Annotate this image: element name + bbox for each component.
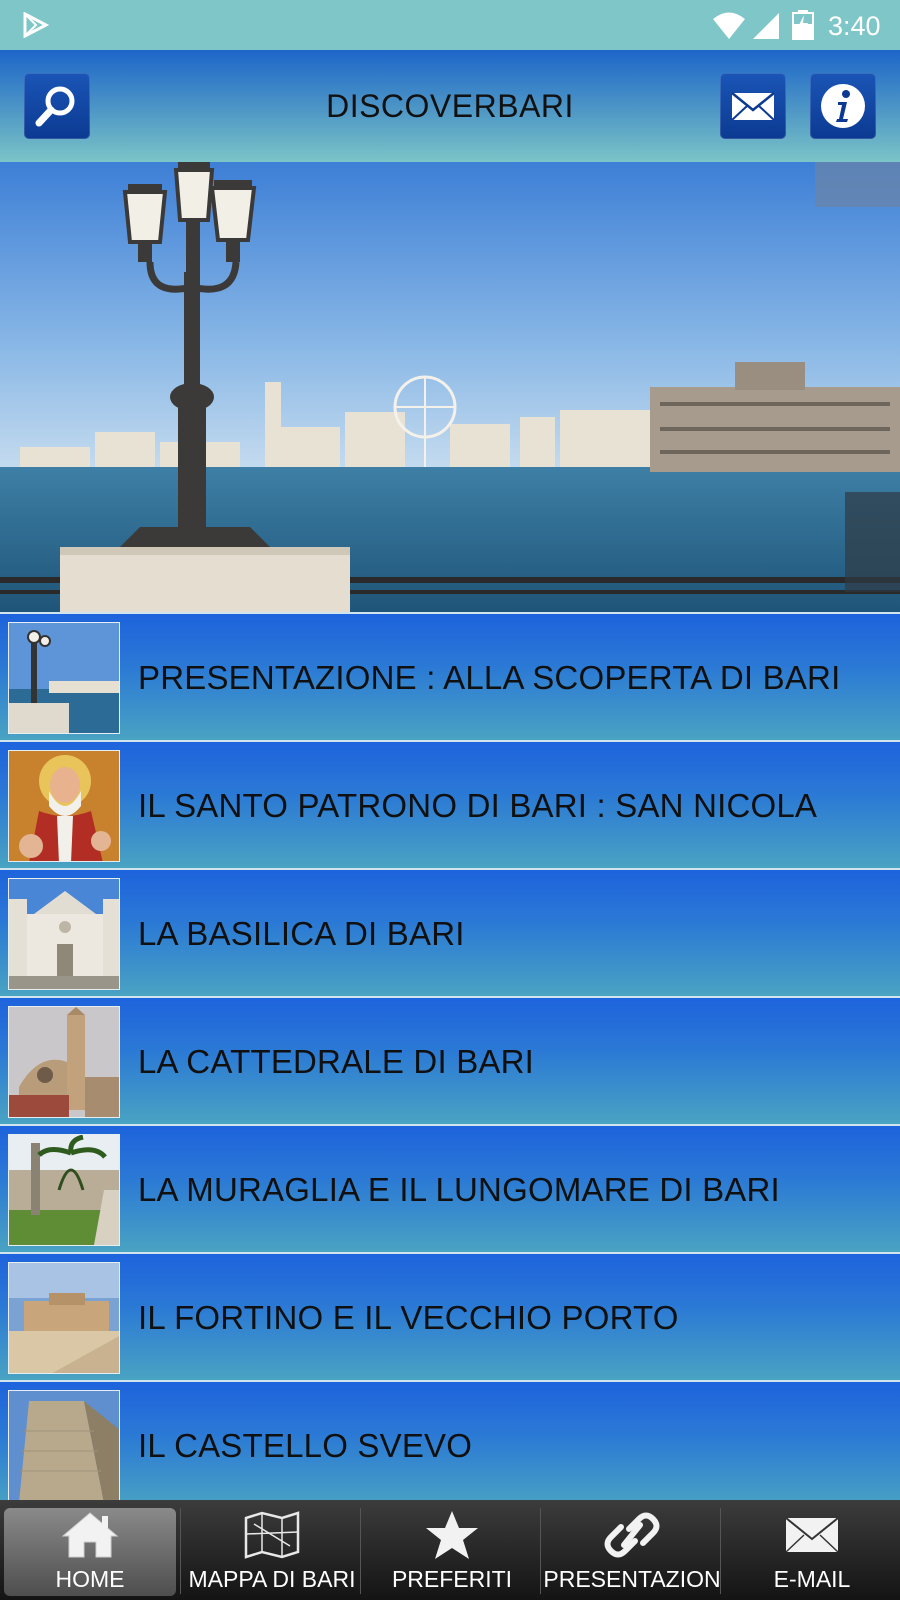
list-item[interactable]: PRESENTAZIONE : ALLA SCOPERTA DI BARI bbox=[0, 612, 900, 740]
basilica-thumb bbox=[8, 878, 120, 990]
list-item[interactable]: IL CASTELLO SVEVO bbox=[0, 1380, 900, 1500]
list-item[interactable]: IL SANTO PATRONO DI BARI : SAN NICOLA bbox=[0, 740, 900, 868]
topic-list: PRESENTAZIONE : ALLA SCOPERTA DI BARI IL… bbox=[0, 612, 900, 1500]
nav-favorites-label: PREFERITI bbox=[391, 1566, 513, 1592]
nav-divider bbox=[360, 1508, 361, 1594]
bottom-nav: HOME MAPPA DI BARI PREFERITI PRESENTAZIO… bbox=[0, 1500, 900, 1600]
status-time: 3:40 bbox=[828, 11, 881, 41]
link-icon bbox=[604, 1512, 660, 1558]
wall-promenade-thumb bbox=[8, 1134, 120, 1246]
nav-email-label: E-MAIL bbox=[773, 1566, 851, 1592]
wifi-icon bbox=[713, 12, 745, 39]
nav-divider bbox=[540, 1508, 541, 1594]
cathedral-thumb bbox=[8, 1006, 120, 1118]
list-item[interactable]: LA BASILICA DI BARI bbox=[0, 868, 900, 996]
nav-home[interactable]: HOME bbox=[4, 1508, 176, 1596]
nav-email[interactable]: E-MAIL bbox=[722, 1500, 900, 1600]
map-icon bbox=[244, 1511, 300, 1559]
saint-nicholas-icon-thumb bbox=[8, 750, 120, 862]
nav-presentation-label: PRESENTAZION bbox=[543, 1566, 721, 1592]
nav-divider bbox=[180, 1508, 181, 1594]
app-header: DISCOVERBARI bbox=[0, 50, 900, 162]
lamppost-waterfront-thumb bbox=[8, 622, 120, 734]
hero-image bbox=[0, 162, 900, 612]
cellular-icon bbox=[753, 13, 779, 39]
list-item[interactable]: LA MURAGLIA E IL LUNGOMARE DI BARI bbox=[0, 1124, 900, 1252]
search-button[interactable] bbox=[24, 73, 90, 139]
nav-map-label: MAPPA DI BARI bbox=[188, 1566, 356, 1592]
nav-divider bbox=[720, 1508, 721, 1594]
list-item[interactable]: IL FORTINO E IL VECCHIO PORTO bbox=[0, 1252, 900, 1380]
castle-thumb bbox=[8, 1390, 120, 1500]
info-button[interactable] bbox=[810, 73, 876, 139]
nav-favorites[interactable]: PREFERITI bbox=[362, 1500, 542, 1600]
list-item-label: LA CATTEDRALE DI BARI bbox=[138, 1043, 535, 1080]
list-item-label: IL SANTO PATRONO DI BARI : SAN NICOLA bbox=[138, 787, 818, 824]
list-item-label: IL CASTELLO SVEVO bbox=[138, 1427, 473, 1464]
mail-icon bbox=[785, 1517, 839, 1553]
list-item[interactable]: LA CATTEDRALE DI BARI bbox=[0, 996, 900, 1124]
star-icon bbox=[426, 1511, 478, 1559]
status-bar: 3:40 bbox=[0, 0, 900, 50]
home-icon bbox=[61, 1512, 119, 1558]
list-item-label: IL FORTINO E IL VECCHIO PORTO bbox=[138, 1299, 679, 1336]
search-icon bbox=[35, 86, 75, 127]
mail-icon bbox=[731, 92, 775, 121]
fortino-thumb bbox=[8, 1262, 120, 1374]
page-title: DISCOVERBARI bbox=[326, 88, 574, 124]
nav-home-label: HOME bbox=[55, 1566, 125, 1592]
waterfront-lamppost-photo bbox=[0, 162, 900, 612]
nav-map[interactable]: MAPPA DI BARI bbox=[182, 1500, 362, 1600]
list-item-label: LA BASILICA DI BARI bbox=[138, 915, 465, 952]
nav-presentation[interactable]: PRESENTAZION bbox=[542, 1500, 722, 1600]
list-item-label: LA MURAGLIA E IL LUNGOMARE DI BARI bbox=[138, 1171, 780, 1208]
list-item-label: PRESENTAZIONE : ALLA SCOPERTA DI BARI bbox=[138, 659, 841, 696]
play-store-icon bbox=[23, 12, 50, 38]
info-icon bbox=[821, 84, 865, 128]
email-button[interactable] bbox=[720, 73, 786, 139]
battery-icon bbox=[792, 10, 814, 40]
